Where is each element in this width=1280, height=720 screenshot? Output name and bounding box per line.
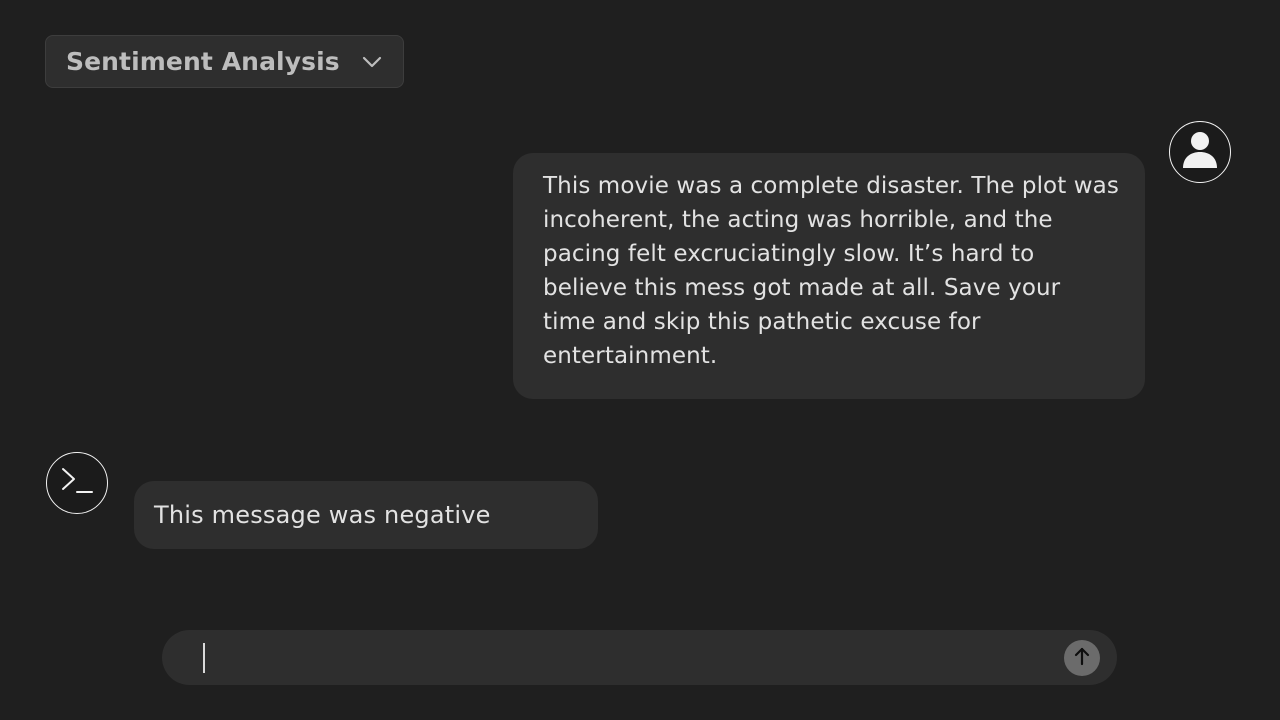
arrow-up-icon bbox=[1073, 646, 1091, 670]
send-button[interactable] bbox=[1064, 640, 1100, 676]
model-select-dropdown[interactable]: Sentiment Analysis bbox=[45, 35, 404, 88]
user-avatar bbox=[1169, 121, 1231, 183]
assistant-message-text: This message was negative bbox=[154, 501, 491, 529]
message-input[interactable] bbox=[192, 638, 1056, 679]
user-message-bubble: This movie was a complete disaster. The … bbox=[513, 153, 1145, 399]
chat-page: Sentiment Analysis This movie was a comp… bbox=[0, 0, 1280, 720]
assistant-message-bubble: This message was negative bbox=[134, 481, 598, 549]
terminal-icon bbox=[57, 463, 97, 503]
text-caret bbox=[203, 643, 205, 673]
model-select-label: Sentiment Analysis bbox=[66, 47, 340, 76]
user-icon bbox=[1180, 129, 1220, 175]
chevron-down-icon bbox=[361, 55, 383, 69]
message-composer bbox=[162, 630, 1117, 685]
assistant-avatar bbox=[46, 452, 108, 514]
